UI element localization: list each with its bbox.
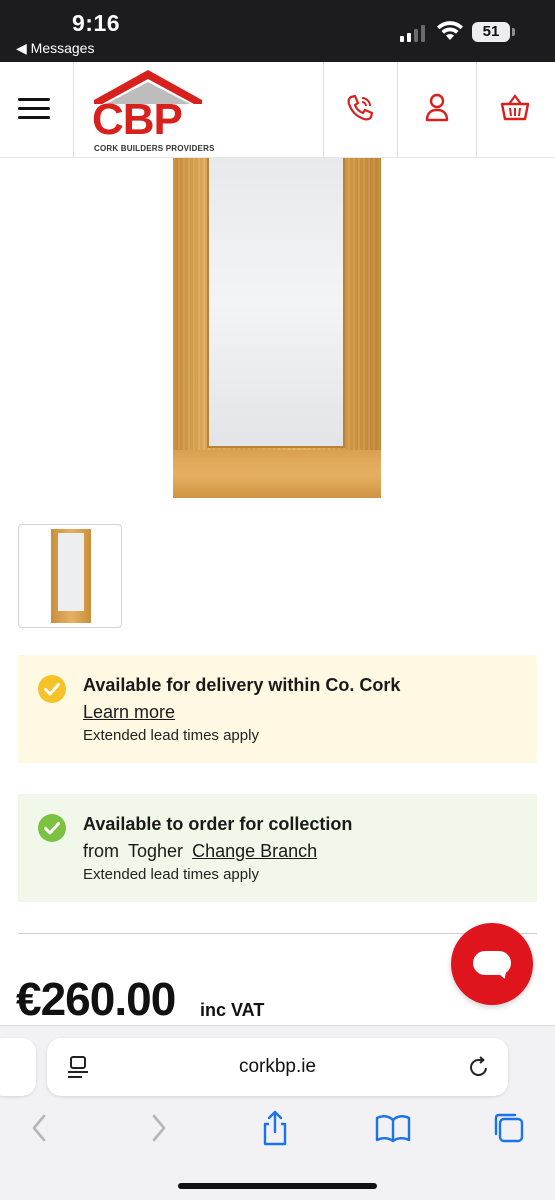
- status-time: 9:16: [72, 10, 121, 36]
- delivery-title: Available for delivery within Co. Cork: [83, 675, 401, 695]
- divider: [18, 933, 537, 934]
- collection-from-label: from: [83, 841, 119, 861]
- menu-icon[interactable]: [18, 98, 50, 122]
- door-glass-panel: [207, 158, 345, 448]
- battery-icon: 51: [472, 22, 515, 42]
- product-image-glazed-oak-door[interactable]: [173, 158, 381, 498]
- learn-more-link[interactable]: Learn more: [83, 702, 175, 722]
- browser-toolbar: corkbp.ie: [0, 1025, 555, 1200]
- collection-branch-name: Togher: [128, 841, 184, 861]
- collection-lead-time-note: Extended lead times apply: [83, 866, 259, 883]
- header-divider: [73, 62, 74, 158]
- vat-label: inc VAT: [200, 1000, 265, 1020]
- chat-button[interactable]: [451, 923, 533, 1005]
- previous-tab-peek[interactable]: [0, 1038, 36, 1096]
- logo-text: CBP: [92, 95, 183, 144]
- browser-nav-row: [0, 1110, 555, 1150]
- address-bar[interactable]: corkbp.ie: [47, 1038, 508, 1096]
- collection-availability: Available to order for collection from T…: [18, 794, 537, 902]
- back-to-messages-link[interactable]: ◀ Messages: [16, 40, 94, 57]
- product-thumbnail[interactable]: [18, 524, 122, 628]
- status-bar: 9:16 ◀ Messages 51: [0, 0, 555, 62]
- tabs-icon[interactable]: [490, 1110, 530, 1146]
- header-divider: [323, 62, 324, 158]
- account-icon[interactable]: [421, 92, 453, 124]
- change-branch-link[interactable]: Change Branch: [192, 841, 317, 861]
- product-price: €260.00: [16, 973, 176, 1025]
- cbp-logo[interactable]: CBP CORK BUILDERS PROVIDERS: [88, 68, 214, 156]
- delivery-availability: Available for delivery within Co. Cork L…: [18, 655, 537, 763]
- cellular-signal-icon: [400, 24, 425, 42]
- share-icon[interactable]: [255, 1110, 295, 1146]
- reload-icon[interactable]: [467, 1055, 491, 1079]
- bookmarks-icon[interactable]: [373, 1110, 413, 1146]
- home-indicator[interactable]: [178, 1183, 377, 1189]
- collection-check-icon: [38, 814, 66, 842]
- delivery-check-icon: [38, 675, 66, 703]
- header-divider: [397, 62, 398, 158]
- logo-subtitle: CORK BUILDERS PROVIDERS: [94, 144, 215, 153]
- collection-title: Available to order for collection: [83, 814, 353, 834]
- site-header: CBP CORK BUILDERS PROVIDERS: [0, 62, 555, 158]
- basket-icon[interactable]: [499, 92, 531, 124]
- phone-icon[interactable]: [344, 92, 376, 124]
- page: 9:16 ◀ Messages 51 CBP CORK BUILDERS PRO…: [0, 0, 555, 1200]
- chat-bubble-icon: [473, 951, 511, 975]
- wifi-icon: [437, 21, 463, 40]
- url-text: corkbp.ie: [238, 1056, 317, 1077]
- thumbnail-door-image: [51, 529, 91, 623]
- door-bottom-rail: [173, 450, 381, 498]
- header-divider: [476, 62, 477, 158]
- back-arrow-icon[interactable]: [20, 1110, 60, 1146]
- forward-arrow-icon[interactable]: [138, 1110, 178, 1146]
- delivery-lead-time-note: Extended lead times apply: [83, 727, 259, 744]
